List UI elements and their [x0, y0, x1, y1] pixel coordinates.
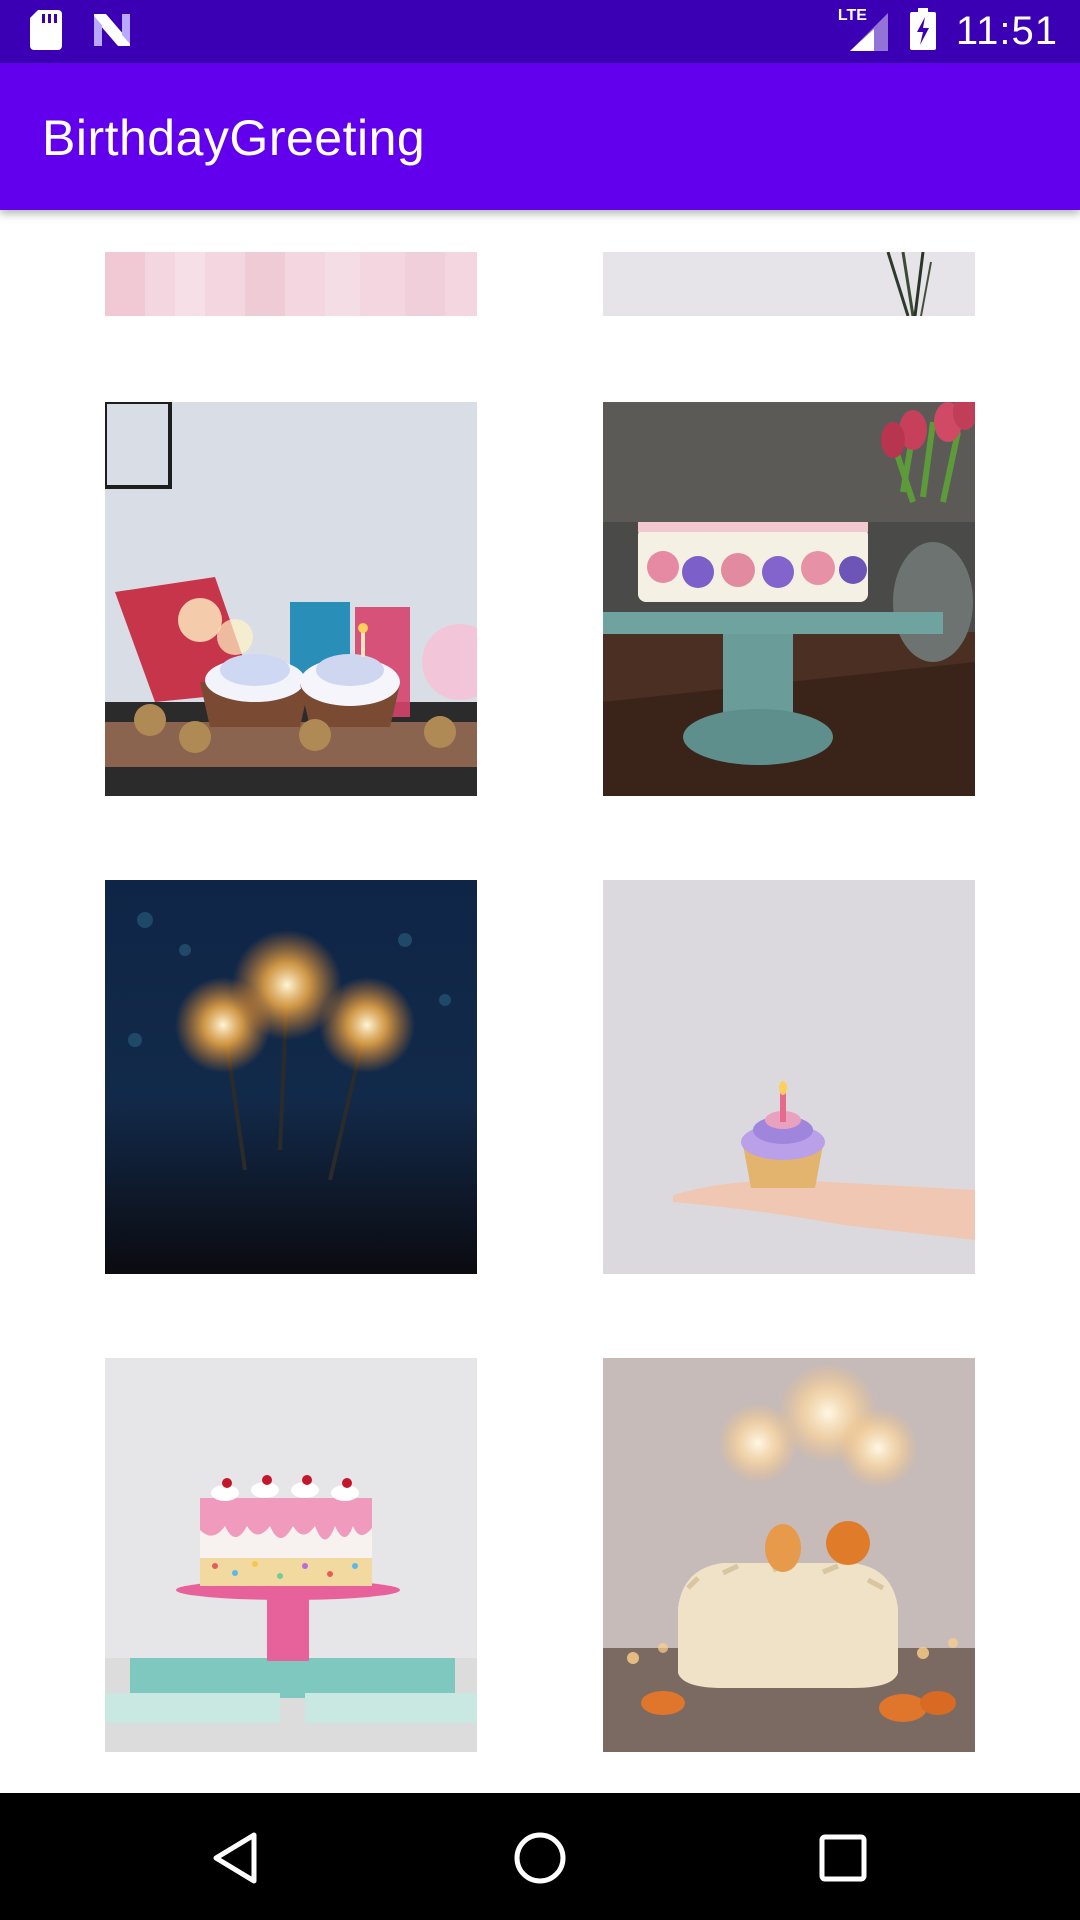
- photo-grid[interactable]: [0, 210, 1080, 1793]
- recents-icon[interactable]: [808, 1823, 878, 1893]
- battery-charging-icon: [909, 7, 936, 55]
- app-title: BirthdayGreeting: [42, 110, 426, 166]
- home-icon[interactable]: [505, 1823, 575, 1893]
- photo-pink-drip-cake[interactable]: [105, 1358, 477, 1752]
- clock: 11:51: [955, 8, 1058, 53]
- lte-signal-icon: LTE: [838, 7, 890, 55]
- back-icon[interactable]: [202, 1823, 272, 1893]
- photo-cream-cake-sparklers[interactable]: [603, 1358, 975, 1752]
- notification-n-icon: [92, 12, 132, 53]
- photo-pink-backdrop[interactable]: [105, 252, 477, 316]
- sd-card-icon: [30, 10, 62, 55]
- photo-cupcakes-sparklers[interactable]: [105, 402, 477, 796]
- status-bar: LTE 11:51: [0, 0, 1080, 63]
- app-bar: BirthdayGreeting: [0, 63, 1080, 210]
- navigation-bar: [0, 1793, 1080, 1920]
- photo-hand-cupcake[interactable]: [603, 880, 975, 1274]
- photo-grey-wall-plant[interactable]: [603, 252, 975, 316]
- lte-label: LTE: [837, 7, 867, 24]
- photo-floral-cake-stand[interactable]: [603, 402, 975, 796]
- photo-sparklers-night[interactable]: [105, 880, 477, 1274]
